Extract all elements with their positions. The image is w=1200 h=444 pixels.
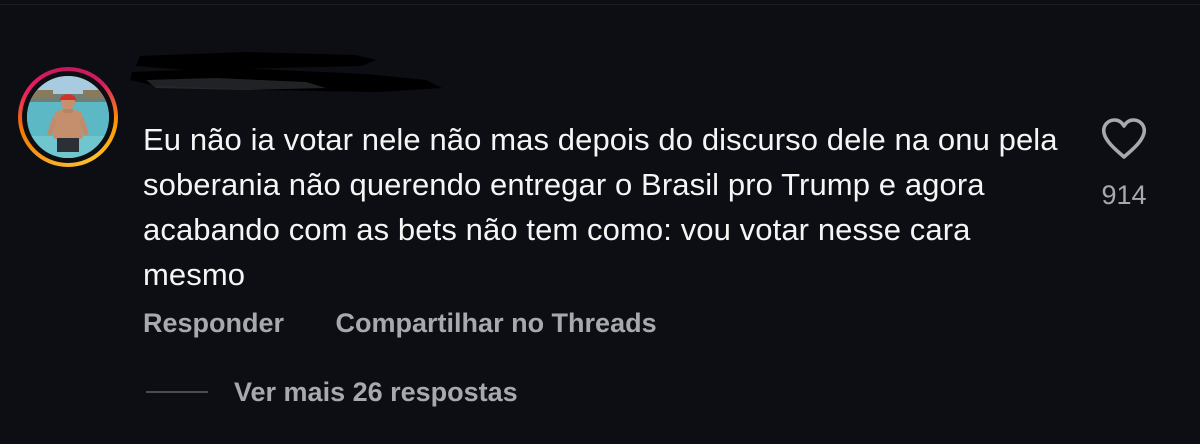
avatar[interactable] <box>18 67 118 167</box>
avatar-photo <box>27 76 109 158</box>
comment-text: Eu não ia votar nele não mas depois do d… <box>143 122 1058 292</box>
like-count: 914 <box>1101 180 1147 210</box>
share-to-threads-button[interactable]: Compartilhar no Threads <box>336 308 657 339</box>
heart-icon[interactable] <box>1100 116 1148 162</box>
avatar-image <box>27 76 109 158</box>
like-area: 914 <box>1090 116 1158 211</box>
view-more-replies-button[interactable]: Ver mais 26 respostas <box>146 372 518 412</box>
username-redacted <box>130 52 442 92</box>
avatar-ring-gap <box>22 71 114 163</box>
replies-divider-line <box>146 391 208 393</box>
reply-button[interactable]: Responder <box>143 308 284 339</box>
comment: Eu não ia votar nele não mas depois do d… <box>0 0 1200 444</box>
view-more-replies-label: Ver mais 26 respostas <box>234 376 518 407</box>
comment-actions: Responder Compartilhar no Threads <box>143 308 657 339</box>
